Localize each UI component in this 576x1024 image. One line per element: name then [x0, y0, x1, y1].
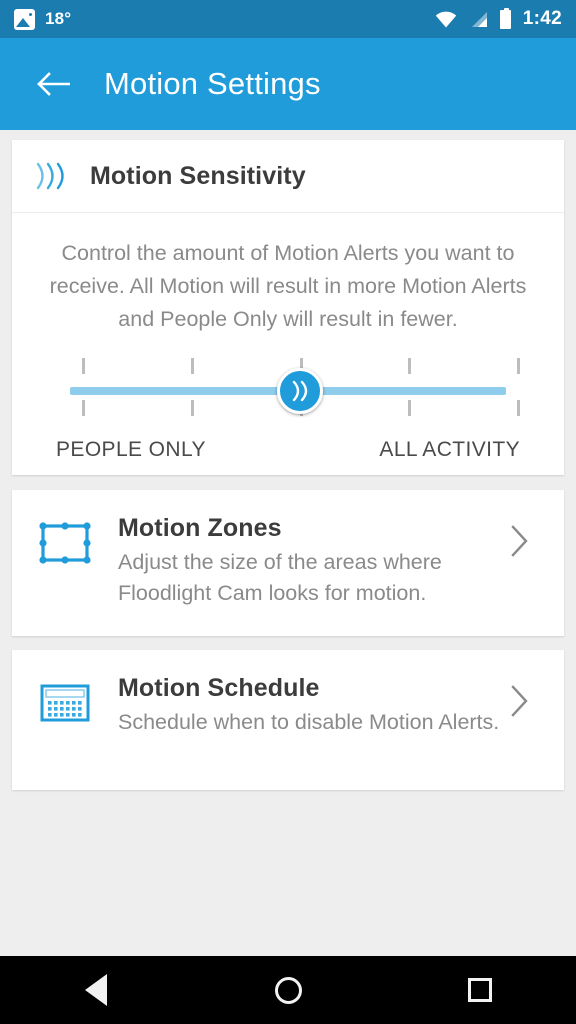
slider-min-label: PEOPLE ONLY	[56, 438, 206, 461]
motion-waves-icon	[34, 159, 78, 193]
slider-tick-1-bottom	[82, 400, 85, 416]
nav-home-button[interactable]	[248, 956, 328, 1024]
temperature-label: 18°	[45, 9, 72, 28]
calendar-icon	[38, 680, 94, 731]
motion-zones-rectangle-icon	[38, 520, 94, 571]
status-bar-right: 1:42	[435, 7, 562, 30]
motion-sensitivity-card: Motion Sensitivity Control the amount of…	[12, 140, 564, 475]
chevron-right-icon[interactable]	[508, 684, 542, 723]
wifi-icon	[435, 11, 457, 28]
motion-zones-card[interactable]: Motion Zones Adjust the size of the area…	[12, 490, 564, 636]
motion-schedule-title: Motion Schedule	[118, 674, 320, 702]
motion-sensitivity-title: Motion Sensitivity	[90, 161, 306, 190]
back-arrow-icon	[37, 72, 70, 96]
cell-signal-icon	[469, 11, 488, 28]
motion-sensitivity-description: Control the amount of Motion Alerts you …	[49, 241, 527, 331]
sensitivity-slider[interactable]	[12, 358, 564, 432]
slider-tick-5-bottom	[517, 400, 520, 416]
slider-labels: PEOPLE ONLY ALL ACTIVITY	[12, 432, 564, 462]
image-icon	[14, 8, 35, 30]
page-title: Motion Settings	[104, 66, 321, 101]
slider-max-label: ALL ACTIVITY	[379, 438, 520, 461]
slider-tick-4-bottom	[408, 400, 411, 416]
slider-thumb[interactable]	[277, 368, 323, 414]
clock-label: 1:42	[522, 8, 562, 29]
nav-recents-icon	[468, 978, 492, 1002]
slider-tick-1-top	[82, 358, 85, 374]
nav-back-button[interactable]	[56, 956, 136, 1024]
motion-zones-subtitle: Adjust the size of the areas where Flood…	[118, 550, 442, 605]
nav-back-icon	[85, 974, 107, 1006]
motion-sensitivity-header: Motion Sensitivity	[12, 140, 564, 213]
chevron-right-icon[interactable]	[508, 524, 542, 563]
motion-schedule-text: Motion Schedule Schedule when to disable…	[118, 674, 508, 738]
android-nav-bar	[0, 956, 576, 1024]
slider-tick-5-top	[517, 358, 520, 374]
slider-tick-2-top	[191, 358, 194, 374]
motion-schedule-subtitle: Schedule when to disable Motion Alerts.	[118, 710, 500, 734]
phone-screen: 18° 1:42 Motion Settings Motion Sensitiv…	[0, 0, 576, 1024]
app-bar: Motion Settings	[0, 38, 576, 130]
back-button[interactable]	[24, 55, 82, 113]
status-bar-left: 18°	[14, 8, 72, 30]
nav-home-icon	[274, 976, 302, 1004]
motion-zones-title: Motion Zones	[118, 514, 282, 542]
status-bar: 18° 1:42	[0, 0, 576, 38]
motion-zones-row[interactable]: Motion Zones Adjust the size of the area…	[12, 490, 564, 636]
motion-schedule-row[interactable]: Motion Schedule Schedule when to disable…	[12, 650, 564, 790]
nav-recents-button[interactable]	[440, 956, 520, 1024]
slider-tick-4-top	[408, 358, 411, 374]
motion-chevrons-icon	[292, 380, 308, 402]
motion-schedule-card[interactable]: Motion Schedule Schedule when to disable…	[12, 650, 564, 790]
motion-zones-text: Motion Zones Adjust the size of the area…	[118, 514, 508, 609]
slider-tick-2-bottom	[191, 400, 194, 416]
battery-icon	[499, 7, 511, 29]
